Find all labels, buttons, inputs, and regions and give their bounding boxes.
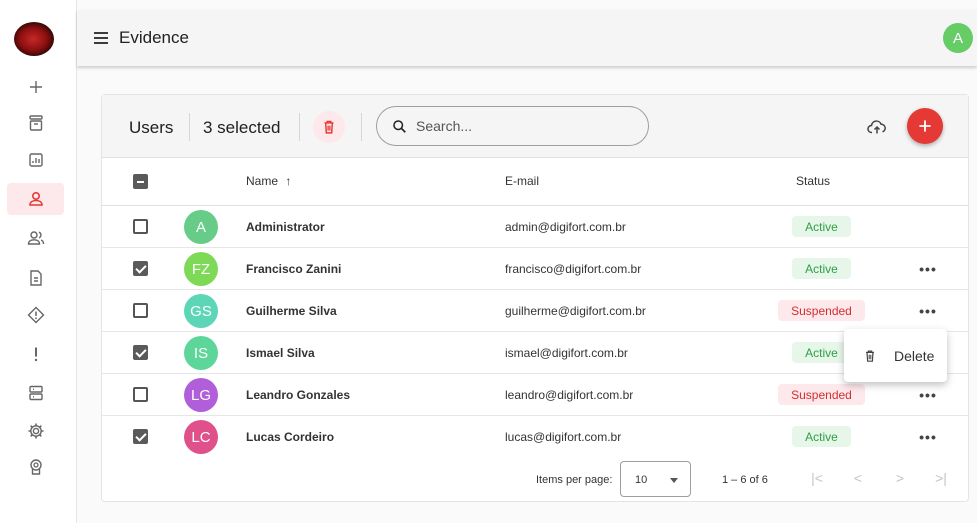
user-email: lucas@digifort.com.br bbox=[505, 430, 622, 444]
side-nav bbox=[0, 0, 77, 523]
row-checkbox[interactable] bbox=[133, 261, 148, 276]
settings-gear-icon[interactable] bbox=[7, 415, 64, 447]
alert-diamond-icon[interactable] bbox=[7, 299, 64, 331]
exclamation-icon[interactable] bbox=[7, 338, 64, 370]
select-all-checkbox[interactable] bbox=[133, 174, 148, 189]
delete-menu-item[interactable]: Delete bbox=[894, 348, 934, 364]
app-logo bbox=[14, 22, 54, 56]
table-row[interactable]: A Administrator admin@digifort.com.br Ac… bbox=[102, 206, 968, 248]
column-header-email[interactable]: E-mail bbox=[505, 174, 539, 188]
reports-icon[interactable] bbox=[7, 144, 64, 176]
user-name: Ismael Silva bbox=[246, 346, 315, 360]
delete-selected-button[interactable] bbox=[313, 111, 345, 143]
plus-icon bbox=[919, 120, 931, 132]
groups-icon[interactable] bbox=[7, 222, 64, 254]
hamburger-menu-icon[interactable] bbox=[91, 27, 113, 49]
status-badge: Suspended bbox=[778, 384, 865, 405]
sort-arrow-up-icon: ↑ bbox=[285, 174, 292, 188]
more-horiz-icon[interactable]: ••• bbox=[914, 302, 942, 320]
page-range-label: 1 – 6 of 6 bbox=[722, 474, 768, 486]
avatar: LG bbox=[184, 378, 218, 412]
row-checkbox[interactable] bbox=[133, 219, 148, 234]
column-header-name[interactable]: Name ↑ bbox=[246, 174, 291, 188]
row-checkbox[interactable] bbox=[133, 303, 148, 318]
document-icon[interactable] bbox=[7, 262, 64, 294]
search-icon bbox=[393, 119, 406, 133]
divider bbox=[361, 113, 362, 141]
user-email: guilherme@digifort.com.br bbox=[505, 304, 646, 318]
search-box bbox=[376, 106, 649, 146]
top-bar: Evidence A bbox=[77, 10, 977, 66]
column-header-status[interactable]: Status bbox=[796, 174, 830, 188]
paginator: Items per page: 10 1 – 6 of 6 |< < > >| bbox=[102, 456, 968, 502]
table-row[interactable]: LC Lucas Cordeiro lucas@digifort.com.br … bbox=[102, 416, 968, 458]
column-header-name-label: Name bbox=[246, 174, 279, 188]
avatar: FZ bbox=[184, 252, 218, 286]
divider bbox=[189, 113, 190, 141]
page-title: Evidence bbox=[119, 28, 189, 47]
divider bbox=[299, 113, 300, 141]
page-size-select[interactable]: 10 bbox=[620, 461, 691, 497]
cloud-upload-icon[interactable] bbox=[866, 116, 888, 138]
user-email: francisco@digifort.com.br bbox=[505, 262, 642, 276]
user-name: Lucas Cordeiro bbox=[246, 430, 335, 444]
status-badge: Active bbox=[792, 258, 851, 279]
items-per-page-label: Items per page: bbox=[536, 474, 613, 486]
user-name: Guilherme Silva bbox=[246, 304, 337, 318]
toolbar-title: Users bbox=[129, 118, 174, 137]
previous-page-icon[interactable]: < bbox=[848, 468, 868, 488]
table-row[interactable]: LG Leandro Gonzales leandro@digifort.com… bbox=[102, 374, 968, 416]
user-email: leandro@digifort.com.br bbox=[505, 388, 634, 402]
selected-count: 3 selected bbox=[203, 118, 281, 137]
row-checkbox[interactable] bbox=[133, 345, 148, 360]
table-row[interactable]: FZ Francisco Zanini francisco@digifort.c… bbox=[102, 248, 968, 290]
avatar: GS bbox=[184, 294, 218, 328]
dropdown-caret-icon bbox=[670, 478, 678, 483]
more-horiz-icon[interactable]: ••• bbox=[914, 386, 942, 404]
user-avatar[interactable]: A bbox=[943, 23, 973, 53]
more-horiz-icon[interactable]: ••• bbox=[914, 428, 942, 446]
add-user-button[interactable] bbox=[907, 108, 943, 144]
status-badge: Suspended bbox=[778, 300, 865, 321]
table-header: Name ↑ E-mail Status bbox=[102, 158, 968, 206]
users-card: Users 3 selected Name ↑ E-mail Status A bbox=[101, 94, 969, 502]
selection-toolbar: Users 3 selected bbox=[102, 95, 968, 158]
license-badge-icon[interactable] bbox=[7, 451, 64, 483]
avatar: A bbox=[184, 210, 218, 244]
trash-icon bbox=[866, 349, 874, 362]
row-checkbox[interactable] bbox=[133, 429, 148, 444]
user-email: ismael@digifort.com.br bbox=[505, 346, 628, 360]
first-page-icon[interactable]: |< bbox=[807, 468, 827, 488]
last-page-icon[interactable]: >| bbox=[931, 468, 951, 488]
archive-icon[interactable] bbox=[7, 107, 64, 139]
user-name: Leandro Gonzales bbox=[246, 388, 351, 402]
user-name: Francisco Zanini bbox=[246, 262, 342, 276]
search-input[interactable] bbox=[416, 118, 616, 134]
trash-icon bbox=[324, 120, 334, 134]
next-page-icon[interactable]: > bbox=[890, 468, 910, 488]
more-horiz-icon[interactable]: ••• bbox=[914, 260, 942, 278]
user-name: Administrator bbox=[246, 220, 325, 234]
users-nav-icon[interactable] bbox=[7, 183, 64, 215]
add-icon[interactable] bbox=[7, 71, 64, 103]
servers-icon[interactable] bbox=[7, 377, 64, 409]
table-row[interactable]: IS Ismael Silva ismael@digifort.com.br A… bbox=[102, 332, 968, 374]
page-size-value: 10 bbox=[635, 474, 648, 486]
avatar: IS bbox=[184, 336, 218, 370]
row-checkbox[interactable] bbox=[133, 387, 148, 402]
status-badge: Active bbox=[792, 342, 851, 363]
avatar: LC bbox=[184, 420, 218, 454]
status-badge: Active bbox=[792, 426, 851, 447]
status-badge: Active bbox=[792, 216, 851, 237]
user-email: admin@digifort.com.br bbox=[505, 220, 626, 234]
table-row[interactable]: GS Guilherme Silva guilherme@digifort.co… bbox=[102, 290, 968, 332]
row-context-menu[interactable]: Delete bbox=[844, 329, 947, 382]
